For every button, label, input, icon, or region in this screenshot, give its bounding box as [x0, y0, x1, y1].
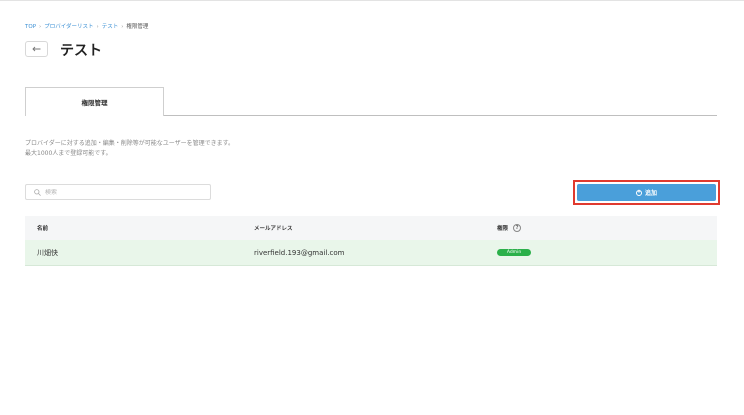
back-button[interactable] — [25, 41, 48, 57]
table-header: 名前 メールアドレス 権限 ? — [25, 216, 717, 240]
arrow-left-icon — [32, 46, 41, 52]
add-button[interactable]: + 追加 — [577, 184, 716, 201]
column-header-name: 名前 — [37, 226, 49, 232]
description-line-1: プロバイダーに対する追加・編集・削除等が可能なユーザーを管理できます。 — [25, 140, 235, 147]
breadcrumb-separator: › — [39, 24, 42, 30]
user-name: 川畑快 — [37, 248, 58, 257]
breadcrumb-current: 権限管理 — [126, 24, 149, 30]
user-email: riverfield.193@gmail.com — [254, 248, 345, 257]
role-badge: Admin — [497, 249, 531, 256]
breadcrumb-top-link[interactable]: TOP — [25, 24, 36, 30]
breadcrumb: TOP › プロバイダーリスト › テスト › 権限管理 — [25, 22, 148, 30]
column-header-permission: 権限 ? — [497, 224, 522, 232]
column-header-permission-label: 権限 — [497, 226, 509, 232]
breadcrumb-separator: › — [121, 24, 124, 30]
search-box[interactable] — [25, 184, 211, 200]
description-line-2: 最大1000人まで登録可能です。 — [25, 150, 112, 157]
breadcrumb-provider-list-link[interactable]: プロバイダーリスト — [44, 22, 93, 30]
users-table: 名前 メールアドレス 権限 ? 川畑快 riverfield.193@gmail… — [25, 216, 717, 266]
permission-cell: Admin — [497, 249, 531, 256]
description: プロバイダーに対する追加・編集・削除等が可能なユーザーを管理できます。 最大10… — [25, 139, 234, 159]
search-input[interactable] — [45, 188, 205, 196]
help-icon[interactable]: ? — [513, 224, 522, 232]
breadcrumb-separator: › — [96, 24, 99, 30]
plus-circle-icon: + — [635, 189, 642, 196]
search-icon — [34, 188, 41, 196]
page-title: テスト — [60, 43, 102, 59]
top-divider — [0, 0, 744, 1]
column-header-email: メールアドレス — [254, 226, 293, 232]
breadcrumb-test-link[interactable]: テスト — [102, 22, 119, 30]
add-button-label: 追加 — [644, 190, 657, 197]
tab-permission-management[interactable]: 権限管理 — [25, 87, 164, 116]
table-row[interactable]: 川畑快 riverfield.193@gmail.com Admin — [25, 240, 717, 266]
